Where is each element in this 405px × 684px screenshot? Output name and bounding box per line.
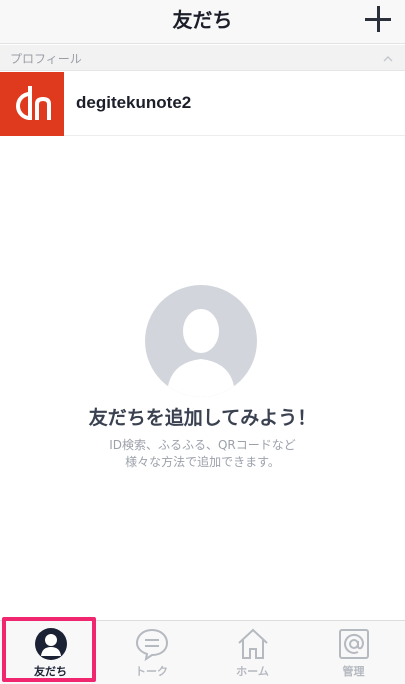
empty-description: ID検索、ふるふる、QRコードなど 様々な方法で追加できます。 bbox=[0, 437, 405, 471]
empty-desc-line-1: ID検索、ふるふる、QRコードなど bbox=[109, 438, 296, 452]
at-sign-icon bbox=[339, 629, 369, 659]
profile-row[interactable]: degitekunote2 bbox=[0, 72, 405, 136]
tab-home[interactable]: ホーム bbox=[202, 621, 303, 684]
plus-icon[interactable] bbox=[365, 6, 391, 32]
tab-manage[interactable]: 管理 bbox=[303, 621, 404, 684]
section-label: プロフィール bbox=[10, 52, 82, 66]
avatar[interactable] bbox=[0, 72, 64, 136]
profile-section-header[interactable]: プロフィール bbox=[0, 45, 405, 71]
empty-heading: 友だちを追加してみよう！ bbox=[88, 407, 317, 429]
tab-label: トーク bbox=[135, 665, 168, 678]
chat-bubble-icon bbox=[135, 628, 169, 661]
header-bar: 友だち bbox=[0, 0, 405, 44]
tab-label: 友だち bbox=[34, 665, 67, 678]
person-silhouette-icon bbox=[145, 285, 257, 397]
page-title: 友だち bbox=[172, 8, 233, 32]
home-icon bbox=[238, 628, 268, 659]
empty-desc-line-2: 様々な方法で追加できます。 bbox=[125, 455, 280, 469]
person-icon bbox=[35, 628, 67, 660]
logo-icon bbox=[16, 86, 51, 120]
tab-friends[interactable]: 友だち bbox=[0, 621, 101, 684]
profile-name: degitekunote2 bbox=[76, 93, 192, 112]
tab-talk[interactable]: トーク bbox=[101, 621, 202, 684]
tab-label: 管理 bbox=[342, 665, 365, 678]
tab-bar: 友だち トーク ホーム 管理 bbox=[0, 620, 405, 684]
chevron-up-icon[interactable] bbox=[383, 54, 393, 64]
tab-label: ホーム bbox=[236, 665, 269, 678]
